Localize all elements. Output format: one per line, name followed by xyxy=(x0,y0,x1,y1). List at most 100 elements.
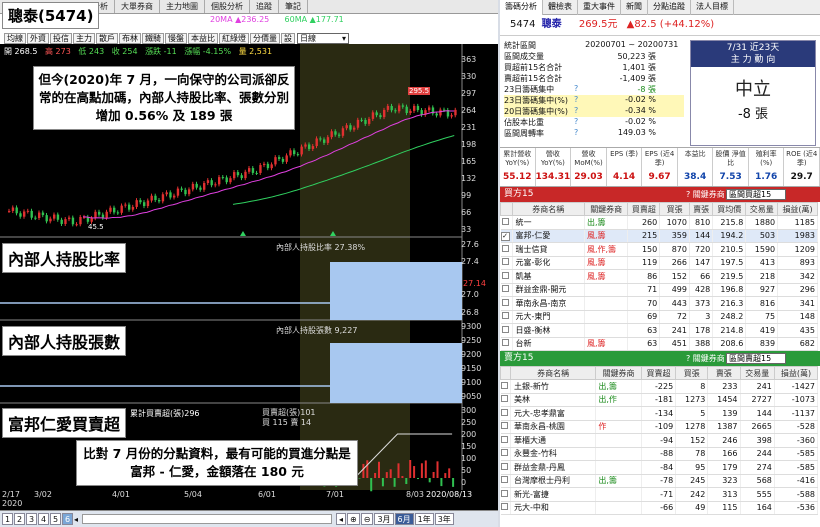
btn-volume-price[interactable]: 分價量 xyxy=(250,33,280,44)
zoom-1y[interactable]: 1年 xyxy=(414,513,434,525)
col-header[interactable]: 交易量 xyxy=(739,366,775,380)
row-checkbox[interactable] xyxy=(501,271,509,279)
tab-events[interactable]: 重大事件 xyxy=(578,0,621,15)
broker-row[interactable]: 元大-中和 -66 49 115 164 -536 xyxy=(500,501,819,515)
broker-row[interactable]: 元富-彰化 風,籌 119 266 147 197.5 413 893 xyxy=(500,256,818,270)
col-header[interactable]: 損益(萬) xyxy=(777,202,818,216)
chart-scrollbar[interactable] xyxy=(82,514,333,524)
col-header[interactable]: 買均價 xyxy=(712,202,747,216)
tab-target[interactable]: 法人目標 xyxy=(691,0,734,15)
page-2[interactable]: 2 xyxy=(14,513,25,525)
zoom-out-icon[interactable]: ◂ xyxy=(336,513,347,525)
page-3[interactable]: 3 xyxy=(26,513,37,525)
help-icon[interactable]: ? xyxy=(574,128,586,139)
row-checkbox[interactable] xyxy=(500,422,508,430)
help-icon[interactable]: ? xyxy=(574,84,586,95)
row-checkbox[interactable] xyxy=(500,381,508,389)
period-select[interactable]: 日線 xyxy=(297,33,349,44)
col-header[interactable]: 買張 xyxy=(659,202,690,216)
broker-row[interactable]: 華南永昌-桃園作 -109 1278 1387 2665 -528 xyxy=(500,420,819,434)
row-checkbox[interactable] xyxy=(500,449,508,457)
page-5[interactable]: 5 xyxy=(50,513,61,525)
col-header[interactable]: 關鍵券商 xyxy=(595,366,642,380)
broker-row[interactable]: 土銀-新竹 出,籌 -225 8 233 241 -1427 xyxy=(500,379,819,394)
scroll-left-icon[interactable]: ◂ xyxy=(74,515,78,524)
col-header[interactable]: 券商名稱 xyxy=(509,366,597,380)
broker-row[interactable]: 華南永昌-南京 70 443 373 216.3 816 341 xyxy=(500,296,818,311)
row-checkbox[interactable] xyxy=(501,325,509,333)
help-icon[interactable]: ? xyxy=(574,95,586,106)
row-checkbox[interactable] xyxy=(501,339,509,347)
row-checkbox[interactable] xyxy=(501,244,509,252)
col-header[interactable] xyxy=(500,202,513,216)
row-checkbox[interactable] xyxy=(501,312,509,320)
buy-range-select[interactable]: 區間買超15 xyxy=(726,189,786,200)
col-header[interactable]: 損益(萬) xyxy=(773,366,819,380)
zoom-6m[interactable]: 6月 xyxy=(394,513,414,525)
btn-bollinger[interactable]: 布林 xyxy=(119,33,141,44)
btn-settings[interactable]: 設 xyxy=(281,33,295,44)
sell-range-select[interactable]: 區間賣超15 xyxy=(726,353,786,364)
help-icon[interactable]: ? xyxy=(574,117,586,128)
row-checkbox[interactable] xyxy=(500,395,508,403)
btn-main[interactable]: 主力 xyxy=(73,33,95,44)
stock-title: 聰泰(5474) xyxy=(2,2,100,29)
zoom-reset-icon[interactable]: ⊖ xyxy=(360,513,374,525)
broker-row[interactable]: 元大-忠孝鼎富 -134 5 139 144 -1137 xyxy=(500,406,819,421)
col-header[interactable]: 券商名稱 xyxy=(511,202,585,216)
zoom-in-icon[interactable]: ⊕ xyxy=(347,513,360,525)
row-checkbox[interactable] xyxy=(500,462,508,470)
row-checkbox[interactable] xyxy=(501,217,509,225)
btn-pe[interactable]: 本益比 xyxy=(188,33,218,44)
page-4[interactable]: 4 xyxy=(38,513,49,525)
zoom-3m[interactable]: 3月 xyxy=(374,513,394,525)
col-header[interactable]: 買張 xyxy=(675,366,709,380)
row-checkbox[interactable] xyxy=(500,489,508,497)
broker-row[interactable]: 瑞士信貸 風,作,籌 150 870 720 210.5 1590 1209 xyxy=(500,242,818,257)
row-checkbox[interactable] xyxy=(501,258,509,266)
broker-row[interactable]: 凱基 風,籌 86 152 66 219.5 218 342 xyxy=(500,269,818,284)
broker-row[interactable]: 日盛-衡林 63 241 178 214.8 419 435 xyxy=(500,323,818,338)
col-header[interactable]: 買賣超 xyxy=(627,202,661,216)
btn-slow[interactable]: 慢盤 xyxy=(165,33,187,44)
col-header[interactable]: 賣張 xyxy=(688,202,714,216)
row-checkbox[interactable] xyxy=(501,285,509,293)
page-1[interactable]: 1 xyxy=(2,513,13,525)
tab-branch-track[interactable]: 分點追蹤 xyxy=(648,0,691,15)
row-checkbox[interactable] xyxy=(500,408,508,416)
row-checkbox[interactable] xyxy=(501,298,509,306)
broker-row[interactable]: 美林 出,作 -181 1273 1454 2727 -1073 xyxy=(500,393,819,407)
row-checkbox[interactable] xyxy=(500,476,508,484)
broker-row[interactable]: 華櫃大通 -94 152 246 398 -360 xyxy=(500,433,819,448)
tab-news[interactable]: 新聞 xyxy=(621,0,648,15)
broker-row[interactable]: 永豐金-竹科 -88 78 166 244 -585 xyxy=(500,447,819,461)
tab-checkup[interactable]: 體檢表 xyxy=(543,0,578,15)
col-header[interactable]: 賣張 xyxy=(707,366,741,380)
btn-traffic[interactable]: 紅綠燈 xyxy=(219,33,249,44)
col-header[interactable] xyxy=(500,366,511,380)
btn-retail[interactable]: 散戶 xyxy=(96,33,118,44)
col-header[interactable]: 關鍵券商 xyxy=(583,202,629,216)
row-checkbox[interactable] xyxy=(500,435,508,443)
broker-row[interactable]: ✓ 富邦-仁愛 風,籌 215 359 144 194.2 503 1983 xyxy=(500,229,818,243)
broker-row[interactable]: 統一 出,籌 260 1070 810 215.8 1880 1185 xyxy=(500,215,818,230)
btn-ma[interactable]: 均線 xyxy=(4,33,26,44)
zoom-3y[interactable]: 3年 xyxy=(434,513,454,525)
broker-row[interactable]: 元大-東門 69 72 3 248.2 75 148 xyxy=(500,310,818,324)
btn-iron[interactable]: 鐵騎 xyxy=(142,33,164,44)
broker-row[interactable]: 台灣摩根士丹利 出,籌 -78 245 323 568 -416 xyxy=(500,474,819,488)
col-header[interactable]: 交易量 xyxy=(745,202,779,216)
broker-row[interactable]: 台新 風,籌 63 451 388 208.6 839 682 xyxy=(500,337,818,351)
help-icon[interactable]: ? xyxy=(574,106,586,117)
broker-row[interactable]: 新光-富捷 -71 242 313 555 -588 xyxy=(500,487,819,502)
row-checkbox[interactable] xyxy=(500,503,508,511)
broker-row[interactable]: 群益金鼎-開元 71 499 428 196.8 927 296 xyxy=(500,283,818,297)
broker-row[interactable]: 群益金鼎-丹鳳 -84 95 179 274 -585 xyxy=(500,460,819,475)
tab-chip[interactable]: 籌碼分析 xyxy=(500,0,543,15)
col-header[interactable]: 買賣超 xyxy=(640,366,677,380)
btn-trust[interactable]: 投信 xyxy=(50,33,72,44)
btn-foreign[interactable]: 外資 xyxy=(27,33,49,44)
row-checkbox[interactable]: ✓ xyxy=(500,231,510,241)
page-6[interactable]: 6 xyxy=(62,513,73,525)
cell-value: 95 xyxy=(675,460,709,475)
